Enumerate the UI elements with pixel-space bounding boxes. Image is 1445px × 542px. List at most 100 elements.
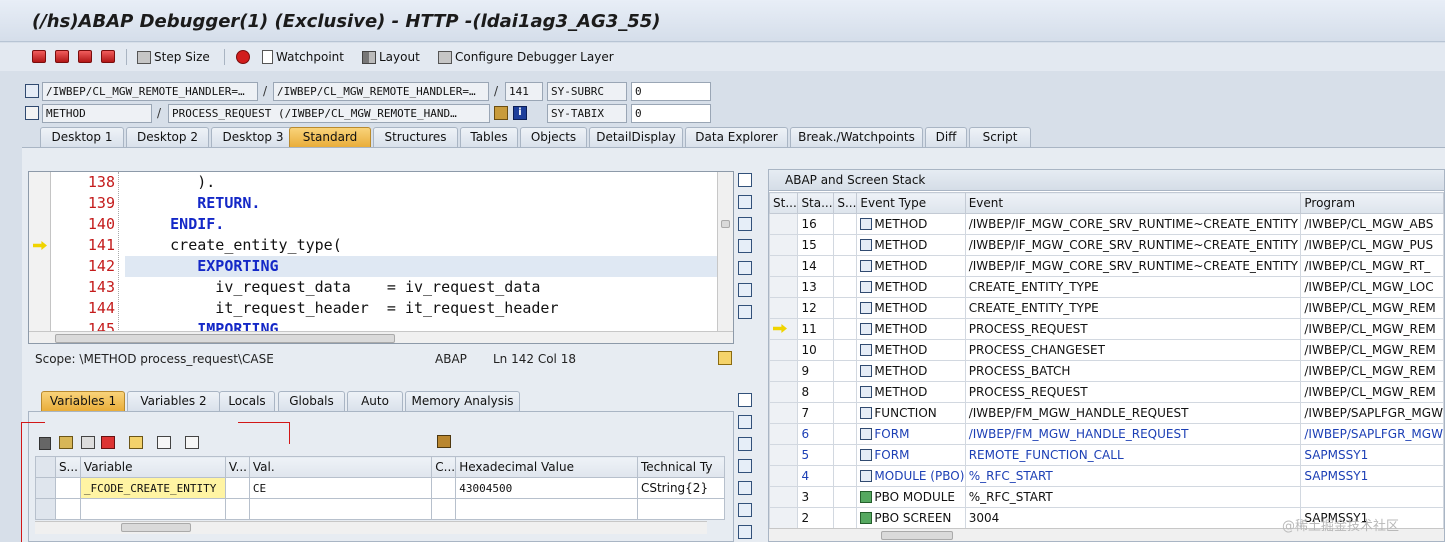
maximize-icon[interactable]	[738, 217, 752, 231]
info-icon[interactable]: i	[513, 106, 527, 120]
col-event-type[interactable]: Event Type	[856, 192, 966, 214]
stack-row[interactable]: 3 PBO MODULE %_RFC_START	[769, 486, 1444, 508]
variables-horizontal-scrollbar[interactable]	[35, 521, 707, 534]
stack-row[interactable]: 5 FORM REMOTE_FUNCTION_CALL SAPMSSY1	[769, 444, 1444, 466]
table-row[interactable]: _FCODE_CREATE_ENTITY CE 43004500 CString…	[35, 477, 726, 499]
tab-breakpoints[interactable]: Break./Watchpoints	[790, 127, 923, 147]
event-name-field[interactable]: PROCESS_REQUEST (/IWBEP/CL_MGW_REMOTE_HA…	[168, 104, 490, 123]
col-hex[interactable]: Hexadecimal Value	[455, 456, 638, 478]
export-icon[interactable]	[81, 436, 95, 449]
hierarchy-icon[interactable]	[129, 436, 143, 449]
replace-tool-icon[interactable]	[738, 195, 752, 209]
watchpoint-button[interactable]: Watchpoint	[262, 47, 344, 67]
col-v[interactable]: V...	[224, 456, 250, 478]
stack-row[interactable]: 6 FORM/IWBEP/FM_MGW_HANDLE_REQUEST/IWBEP/…	[769, 423, 1444, 445]
editor-settings-icon[interactable]	[718, 351, 732, 365]
sysvar-name-field[interactable]: SY-SUBRC	[547, 82, 627, 101]
stack-row[interactable]: 12 METHOD CREATE_ENTITY_TYPE/IWBEP/CL_MGW_…	[769, 297, 1444, 319]
tab-desktop-2[interactable]: Desktop 2	[126, 127, 209, 147]
stack-row[interactable]: 16 METHOD/IWBEP/IF_MGW_CORE_SRV_RUNTIME~C…	[769, 213, 1444, 235]
tab-detail-display[interactable]: DetailDisplay	[589, 127, 683, 147]
sysvar-value-field-2[interactable]: 0	[631, 104, 711, 123]
tab-tables[interactable]: Tables	[460, 127, 518, 147]
line-field[interactable]: 141	[505, 82, 543, 101]
tab-objects[interactable]: Objects	[520, 127, 587, 147]
headset-icon[interactable]	[738, 503, 752, 517]
tab-desktop-1[interactable]: Desktop 1	[40, 127, 124, 147]
layout-button[interactable]: Layout	[362, 47, 420, 67]
filter-icon[interactable]	[185, 436, 199, 449]
col-s[interactable]: S...	[54, 456, 81, 478]
tab-data-explorer[interactable]: Data Explorer	[685, 127, 788, 147]
continue-icon[interactable]	[101, 50, 115, 63]
close-icon[interactable]	[738, 173, 752, 187]
stack-row[interactable]: 10 METHOD PROCESS_CHANGESET/IWBEP/CL_MGW_R…	[769, 339, 1444, 361]
tab-variables-1[interactable]: Variables 1	[41, 391, 125, 411]
headset-icon[interactable]	[738, 283, 752, 297]
close-icon[interactable]	[738, 393, 752, 407]
row-selector-header[interactable]	[35, 456, 56, 478]
tab-structures[interactable]: Structures	[373, 127, 458, 147]
expand-vertical-icon[interactable]	[738, 239, 752, 253]
tab-desktop-3[interactable]: Desktop 3	[211, 127, 295, 147]
col-c[interactable]: C...	[431, 456, 457, 478]
expand-horizontal-icon[interactable]	[738, 261, 752, 275]
stack-row[interactable]: 8 METHOD PROCESS_REQUEST/IWBEP/CL_MGW_REM	[769, 381, 1444, 403]
tab-memory-analysis[interactable]: Memory Analysis	[405, 391, 520, 411]
configure-layer-button[interactable]: Configure Debugger Layer	[438, 47, 614, 67]
code-area[interactable]: ). RETURN. ENDIF. create_entity_type( EX…	[125, 172, 717, 338]
col-program[interactable]: Program	[1300, 192, 1444, 214]
tab-diff[interactable]: Diff	[925, 127, 967, 147]
stack-row[interactable]: 15 METHOD/IWBEP/IF_MGW_CORE_SRV_RUNTIME~C…	[769, 234, 1444, 256]
source-editor[interactable]: 138 139 140 141 142 143 144 145 ). RETUR…	[28, 171, 734, 344]
table-row-empty[interactable]	[35, 498, 726, 520]
maximize-icon[interactable]	[738, 437, 752, 451]
save-icon[interactable]	[437, 435, 451, 448]
stack-row[interactable]: 14 METHOD/IWBEP/IF_MGW_CORE_SRV_RUNTIME~C…	[769, 255, 1444, 277]
col-s[interactable]: S...	[833, 192, 858, 214]
tool-settings-icon[interactable]	[738, 525, 752, 539]
stack-row[interactable]: 9 METHOD PROCESS_BATCH/IWBEP/CL_MGW_REM	[769, 360, 1444, 382]
return-icon[interactable]	[78, 50, 92, 63]
breakpoint-gutter[interactable]	[29, 172, 51, 343]
move-icon[interactable]	[157, 436, 171, 449]
stack-row[interactable]: 4 MODULE (PBO) %_RFC_START SAPMSSY1	[769, 465, 1444, 487]
execute-icon[interactable]	[55, 50, 69, 63]
step-size-button[interactable]: Step Size	[137, 47, 210, 67]
stack-row[interactable]: 11 METHOD PROCESS_REQUEST/IWBEP/CL_MGW_REM	[769, 318, 1444, 340]
col-technical-type[interactable]: Technical Ty	[636, 456, 726, 478]
col-event[interactable]: Event	[964, 192, 1302, 214]
tab-script[interactable]: Script	[969, 127, 1031, 147]
sysvar-value-field[interactable]: 0	[631, 82, 711, 101]
expand-vertical-icon[interactable]	[738, 459, 752, 473]
value-cell[interactable]: CE	[248, 477, 433, 499]
editor-horizontal-scrollbar[interactable]	[29, 331, 733, 343]
stack-row[interactable]: 7 FUNCTION/IWBEP/FM_MGW_HANDLE_REQUEST/IW…	[769, 402, 1444, 424]
sysvar-name-field-2[interactable]: SY-TABIX	[547, 104, 627, 123]
include-field[interactable]: /IWBEP/CL_MGW_REMOTE_HANDLER=…	[273, 82, 489, 101]
replace-tool-icon[interactable]	[738, 415, 752, 429]
col-value[interactable]: Val.	[248, 456, 433, 478]
save-variables-icon[interactable]	[101, 436, 115, 449]
col-stack-level[interactable]: Sta...	[797, 192, 835, 214]
stack-row[interactable]: 13 METHOD CREATE_ENTITY_TYPE/IWBEP/CL_MGW_…	[769, 276, 1444, 298]
col-variable[interactable]: Variable	[79, 456, 226, 478]
delete-icon[interactable]	[39, 437, 51, 450]
display-icon[interactable]	[494, 106, 508, 120]
row-selector[interactable]	[35, 477, 56, 499]
program-field[interactable]: /IWBEP/CL_MGW_REMOTE_HANDLER=…	[42, 82, 258, 101]
editor-vertical-scrollbar[interactable]	[717, 172, 733, 332]
tab-globals[interactable]: Globals	[278, 391, 345, 411]
col-st[interactable]: St...	[769, 192, 799, 214]
import-icon[interactable]	[59, 436, 73, 449]
expand-horizontal-icon[interactable]	[738, 481, 752, 495]
variable-cell[interactable]: _FCODE_CREATE_ENTITY	[79, 477, 226, 499]
tool-settings-icon[interactable]	[738, 305, 752, 319]
tab-locals[interactable]: Locals	[219, 391, 275, 411]
event-type-field[interactable]: METHOD	[42, 104, 152, 123]
tab-auto[interactable]: Auto	[347, 391, 403, 411]
tab-variables-2[interactable]: Variables 2	[127, 391, 220, 411]
single-step-icon[interactable]	[32, 50, 46, 63]
breakpoint-icon[interactable]	[236, 50, 250, 64]
tab-standard[interactable]: Standard	[289, 127, 371, 147]
